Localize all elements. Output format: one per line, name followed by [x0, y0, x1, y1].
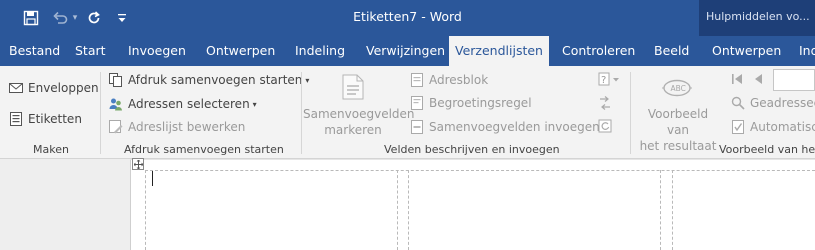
- group-separator: [301, 72, 302, 154]
- highlight-fields-icon: [342, 74, 364, 103]
- svg-text:ABC: ABC: [671, 84, 686, 93]
- group-separator: [630, 72, 631, 154]
- document-page[interactable]: [130, 160, 815, 250]
- tab-review[interactable]: Controleren: [562, 36, 635, 66]
- tab-home[interactable]: Start: [75, 36, 106, 66]
- address-block-label: Adresblok: [429, 73, 489, 87]
- group-label-fields: Velden beschrijven en invoegen: [384, 143, 560, 156]
- group-label-preview: Voorbeeld van het: [719, 143, 815, 156]
- select-recipients-label: Adressen selecteren: [128, 97, 250, 111]
- save-icon[interactable]: [20, 0, 42, 36]
- record-number-input[interactable]: [773, 69, 815, 91]
- insert-merge-field-button[interactable]: Samenvoegvelden invoegen ▾: [410, 120, 607, 134]
- envelope-icon: [9, 81, 23, 95]
- greeting-line-icon: [410, 96, 424, 110]
- first-record-icon[interactable]: [731, 73, 743, 88]
- tab-view[interactable]: Beeld: [654, 36, 689, 66]
- start-mail-merge-label: Afdruk samenvoegen starten: [128, 73, 303, 87]
- labels-label: Etiketten: [28, 112, 82, 126]
- redo-icon[interactable]: [84, 0, 104, 36]
- label-grid-line: [408, 170, 409, 250]
- find-recipient-icon: [731, 96, 745, 110]
- preview-results-label-1: Voorbeeld van: [647, 107, 709, 137]
- check-errors-icon: [731, 120, 745, 134]
- customize-qat-icon[interactable]: [114, 0, 130, 36]
- edit-recipient-list-button[interactable]: Adreslijst bewerken: [109, 120, 245, 134]
- chevron-down-icon: ▾: [252, 99, 257, 109]
- greeting-line-label: Begroetingsregel: [429, 96, 532, 110]
- preview-results-label-2: het resultaat: [639, 139, 717, 153]
- auto-check-errors-button[interactable]: Automatisch: [731, 120, 815, 134]
- insert-merge-field-icon: [410, 120, 424, 134]
- label-grid-line: [660, 170, 661, 250]
- tab-mailings[interactable]: Verzendlijsten: [449, 36, 549, 66]
- navigation-margin: [0, 159, 130, 250]
- match-fields-icon[interactable]: [598, 96, 612, 113]
- labels-button[interactable]: Etiketten: [9, 112, 82, 126]
- address-block-button[interactable]: Adresblok: [410, 73, 488, 87]
- label-grid-line: [672, 170, 673, 250]
- greeting-line-button[interactable]: Begroetingsregel: [410, 96, 532, 110]
- update-labels-icon[interactable]: [598, 119, 612, 136]
- edit-list-icon: [109, 120, 123, 134]
- tab-table-layout[interactable]: Ind: [799, 36, 815, 66]
- tab-file[interactable]: Bestand: [9, 36, 60, 66]
- envelopes-label: Enveloppen: [28, 81, 99, 95]
- select-recipients-button[interactable]: Adressen selecteren ▾: [109, 97, 257, 111]
- insert-merge-field-label: Samenvoegvelden invoegen: [429, 120, 600, 134]
- edit-recipient-list-label: Adreslijst bewerken: [128, 120, 246, 134]
- undo-dropdown-icon[interactable]: ▾: [70, 0, 80, 36]
- start-mail-merge-button[interactable]: Afdruk samenvoegen starten ▾: [109, 73, 309, 87]
- svg-text:?: ?: [601, 75, 606, 86]
- preview-results-button[interactable]: Voorbeeld van het resultaat: [636, 106, 720, 154]
- chevron-down-icon: ▾: [305, 75, 310, 85]
- rules-icon[interactable]: ?: [598, 72, 620, 89]
- tab-table-design[interactable]: Ontwerpen: [712, 36, 781, 66]
- highlight-merge-fields-label-2: markeren: [324, 123, 382, 137]
- text-cursor: [152, 171, 153, 186]
- label-grid-line: [145, 170, 146, 250]
- highlight-merge-fields-label-1: Samenvoegvelden: [303, 107, 415, 121]
- previous-record-icon[interactable]: [753, 73, 763, 88]
- preview-results-icon: ABC: [662, 76, 692, 103]
- group-separator: [100, 72, 101, 154]
- tab-references[interactable]: Verwijzingen: [366, 36, 445, 66]
- window-title: Etiketten7 - Word: [353, 9, 462, 24]
- tab-layout[interactable]: Indeling: [295, 36, 345, 66]
- find-recipient-label: Geadresseerd: [750, 96, 815, 110]
- labels-icon: [9, 112, 23, 126]
- group-label-start-merge: Afdruk samenvoegen starten: [124, 143, 284, 156]
- address-block-icon: [410, 73, 424, 87]
- contextual-tools-label: Hulpmiddelen vo...: [706, 10, 810, 23]
- highlight-merge-fields-button[interactable]: Samenvoegvelden markeren: [303, 106, 415, 138]
- group-label-make: Maken: [33, 143, 69, 156]
- undo-icon[interactable]: [50, 0, 70, 36]
- tab-design[interactable]: Ontwerpen: [206, 36, 275, 66]
- label-grid-line: [145, 170, 815, 171]
- tab-insert[interactable]: Invoegen: [128, 36, 186, 66]
- start-merge-icon: [109, 73, 123, 87]
- table-move-handle[interactable]: [132, 158, 144, 170]
- envelopes-button[interactable]: Enveloppen: [9, 81, 99, 95]
- label-grid-line: [397, 170, 398, 250]
- auto-check-errors-label: Automatisch: [750, 120, 815, 134]
- find-recipient-button[interactable]: Geadresseerd: [731, 96, 815, 110]
- recipients-icon: [109, 97, 123, 111]
